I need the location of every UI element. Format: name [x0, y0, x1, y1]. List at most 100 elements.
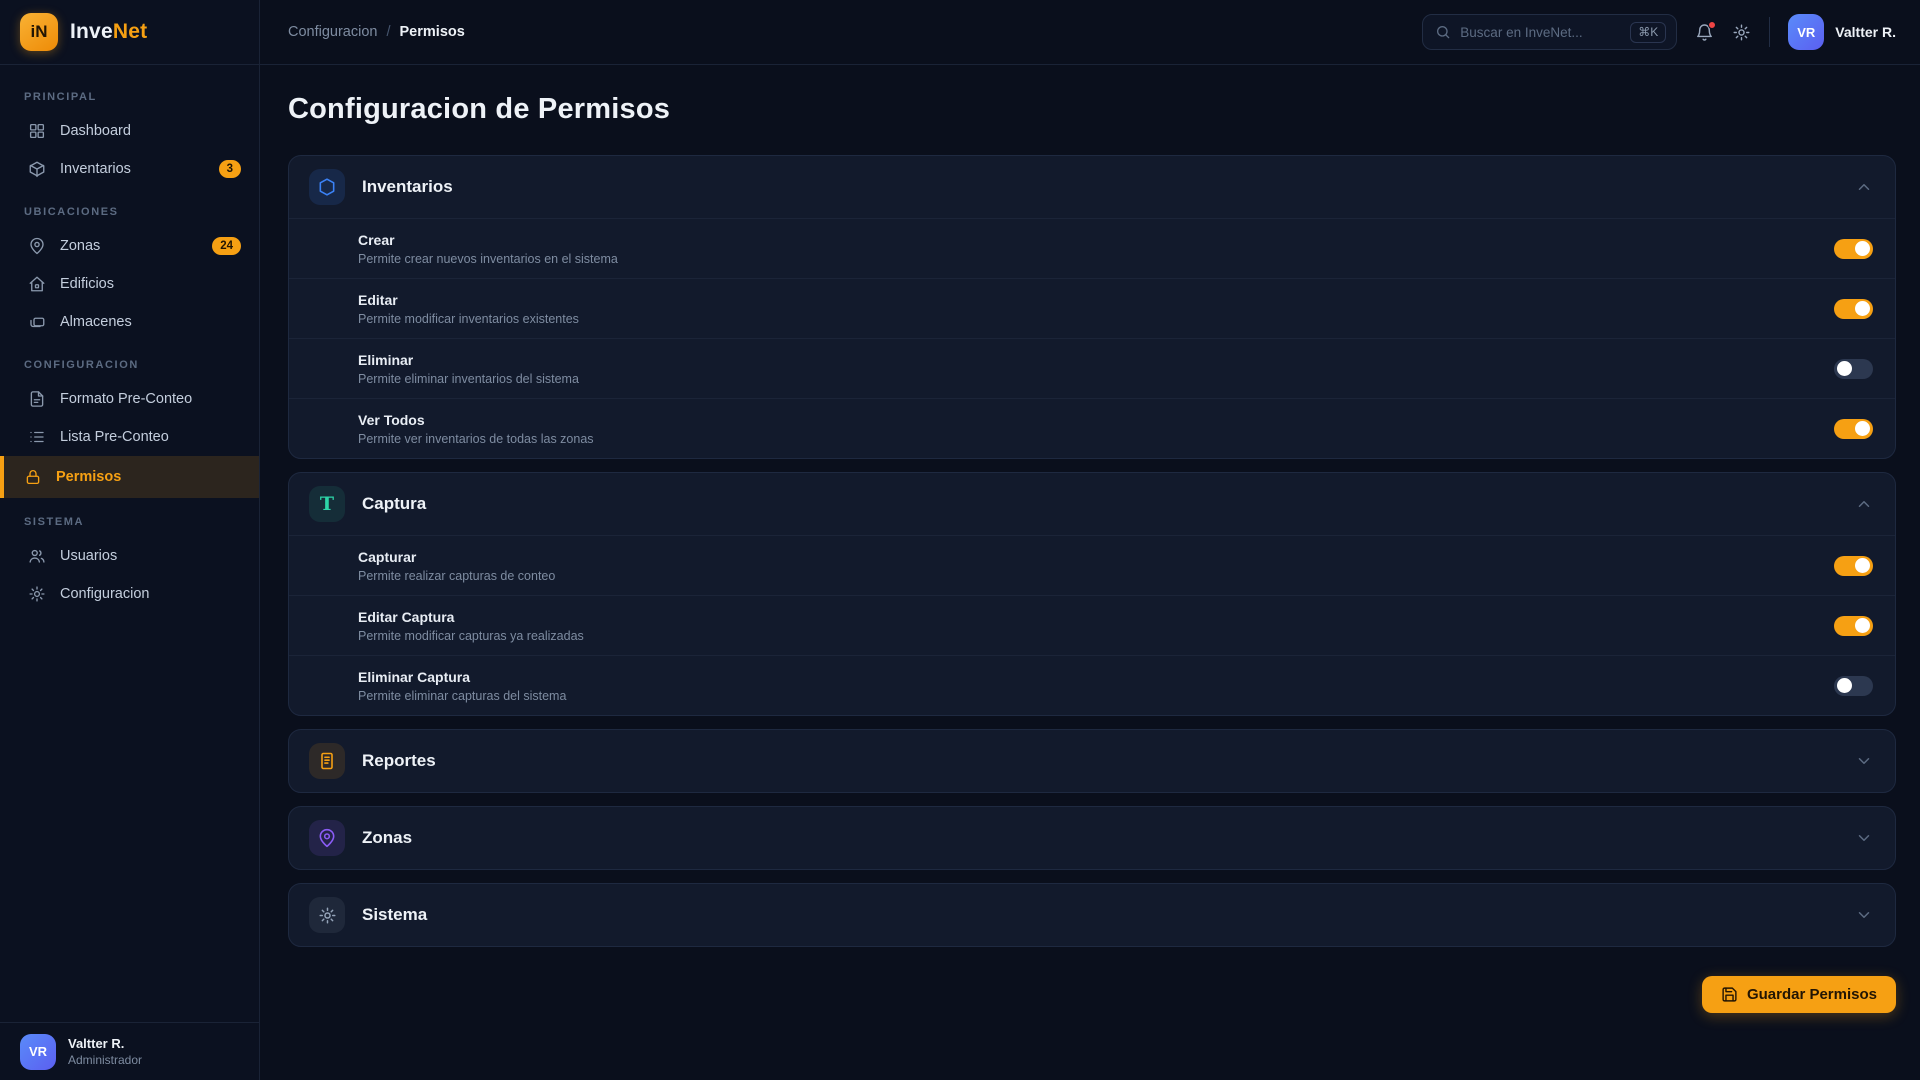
- permission-group-reportes: Reportes: [288, 729, 1896, 793]
- permission-title: Eliminar: [358, 352, 1834, 368]
- sidebar-item-zonas[interactable]: Zonas 24: [0, 227, 259, 265]
- main-area: Configuracion / Permisos ⌘K VR Va: [260, 0, 1920, 1080]
- sidebar-item-configuracion[interactable]: Configuracion: [0, 575, 259, 613]
- permission-group-zonas: Zonas: [288, 806, 1896, 870]
- sidebar-item-formato-pre-conteo[interactable]: Formato Pre-Conteo: [0, 380, 259, 418]
- count-badge: 3: [219, 160, 241, 178]
- search-box[interactable]: ⌘K: [1422, 14, 1677, 50]
- permission-toggle[interactable]: [1834, 359, 1873, 379]
- permission-description: Permite realizar capturas de conteo: [358, 569, 1834, 583]
- chevron-down-icon: [1855, 829, 1873, 847]
- page-title: Configuracion de Permisos: [288, 93, 1896, 126]
- permission-description: Permite modificar inventarios existentes: [358, 312, 1834, 326]
- group-header[interactable]: T Captura: [289, 473, 1895, 535]
- settings-button[interactable]: [1732, 23, 1751, 42]
- user-role: Administrador: [68, 1053, 142, 1067]
- toggle-knob: [1855, 301, 1870, 316]
- page-content: Configuracion de Permisos Inventarios Cr…: [260, 65, 1920, 1080]
- permission-row: Capturar Permite realizar capturas de co…: [289, 535, 1895, 595]
- lock-icon: [24, 468, 42, 486]
- group-header[interactable]: Reportes: [289, 730, 1895, 792]
- sidebar-item-dashboard[interactable]: Dashboard: [0, 112, 259, 150]
- permission-toggle[interactable]: [1834, 299, 1873, 319]
- sidebar-item-edificios[interactable]: Edificios: [0, 265, 259, 303]
- user-menu[interactable]: VR Valtter R.: [1788, 14, 1896, 50]
- breadcrumb-current: Permisos: [400, 24, 465, 40]
- chevron-down-icon: [1855, 178, 1873, 196]
- save-icon: [1721, 986, 1738, 1003]
- nav-section-label: CONFIGURACION: [0, 351, 259, 380]
- sidebar-user-card[interactable]: VR Valtter R. Administrador: [0, 1022, 259, 1080]
- permission-row: Crear Permite crear nuevos inventarios e…: [289, 218, 1895, 278]
- permission-description: Permite eliminar inventarios del sistema: [358, 372, 1834, 386]
- report-icon: [309, 743, 345, 779]
- grid-icon: [28, 122, 46, 140]
- permission-description: Permite crear nuevos inventarios en el s…: [358, 252, 1834, 266]
- notification-dot: [1708, 21, 1716, 29]
- sidebar-item-permisos[interactable]: Permisos: [0, 456, 259, 498]
- group-header[interactable]: Sistema: [289, 884, 1895, 946]
- avatar: VR: [20, 1034, 56, 1070]
- search-input[interactable]: [1460, 25, 1621, 40]
- permission-title: Ver Todos: [358, 412, 1834, 428]
- map-pin-icon: [309, 820, 345, 856]
- sidebar-nav: PRINCIPAL Dashboard Inventarios 3 UBICAC…: [0, 65, 259, 613]
- permission-row: Editar Permite modificar inventarios exi…: [289, 278, 1895, 338]
- toggle-knob: [1855, 241, 1870, 256]
- notifications-button[interactable]: [1695, 23, 1714, 42]
- group-title: Reportes: [362, 751, 1838, 771]
- brand: iN InveNet: [0, 0, 259, 65]
- toggle-knob: [1837, 361, 1852, 376]
- map-pin-icon: [28, 237, 46, 255]
- cog-icon: [28, 585, 46, 603]
- permission-toggle[interactable]: [1834, 556, 1873, 576]
- permission-toggle[interactable]: [1834, 616, 1873, 636]
- users-icon: [28, 547, 46, 565]
- permission-title: Editar Captura: [358, 609, 1834, 625]
- avatar: VR: [1788, 14, 1824, 50]
- permission-group-captura: T Captura Capturar Permite realizar capt…: [288, 472, 1896, 716]
- sidebar-item-almacenes[interactable]: Almacenes: [0, 303, 259, 341]
- nav-section-label: SISTEMA: [0, 508, 259, 537]
- topbar: Configuracion / Permisos ⌘K VR Va: [260, 0, 1920, 65]
- cog-icon: [1732, 23, 1751, 42]
- permission-title: Eliminar Captura: [358, 669, 1834, 685]
- permission-description: Permite eliminar capturas del sistema: [358, 689, 1834, 703]
- sidebar-item-inventarios[interactable]: Inventarios 3: [0, 150, 259, 188]
- sidebar-item-lista-pre-conteo[interactable]: Lista Pre-Conteo: [0, 418, 259, 456]
- hexagon-icon: [309, 169, 345, 205]
- chevron-down-icon: [1855, 906, 1873, 924]
- chevron-down-icon: [1855, 752, 1873, 770]
- permission-toggle[interactable]: [1834, 239, 1873, 259]
- permission-row: Editar Captura Permite modificar captura…: [289, 595, 1895, 655]
- group-title: Captura: [362, 494, 1838, 514]
- list-icon: [28, 428, 46, 446]
- group-header[interactable]: Zonas: [289, 807, 1895, 869]
- save-permissions-button[interactable]: Guardar Permisos: [1702, 976, 1896, 1013]
- permission-group-sistema: Sistema: [288, 883, 1896, 947]
- boxes-icon: [28, 313, 46, 331]
- chevron-down-icon: [1855, 495, 1873, 513]
- permission-row: Eliminar Captura Permite eliminar captur…: [289, 655, 1895, 715]
- breadcrumb-parent[interactable]: Configuracion: [288, 24, 377, 40]
- permission-group-inventarios: Inventarios Crear Permite crear nuevos i…: [288, 155, 1896, 459]
- cog-icon: [309, 897, 345, 933]
- file-icon: [28, 390, 46, 408]
- search-shortcut-badge: ⌘K: [1630, 22, 1666, 43]
- nav-section-label: UBICACIONES: [0, 198, 259, 227]
- permission-row: Eliminar Permite eliminar inventarios de…: [289, 338, 1895, 398]
- sidebar: iN InveNet PRINCIPAL Dashboard Inventari…: [0, 0, 260, 1080]
- app-logo[interactable]: iN: [20, 13, 58, 51]
- divider: [1769, 17, 1770, 47]
- group-header[interactable]: Inventarios: [289, 156, 1895, 218]
- sidebar-item-usuarios[interactable]: Usuarios: [0, 537, 259, 575]
- cube-icon: [28, 160, 46, 178]
- user-name: Valtter R.: [1835, 24, 1896, 40]
- permission-toggle[interactable]: [1834, 419, 1873, 439]
- toggle-knob: [1855, 558, 1870, 573]
- permission-description: Permite ver inventarios de todas las zon…: [358, 432, 1834, 446]
- search-icon: [1435, 24, 1451, 40]
- permission-title: Crear: [358, 232, 1834, 248]
- group-title: Inventarios: [362, 177, 1838, 197]
- permission-toggle[interactable]: [1834, 676, 1873, 696]
